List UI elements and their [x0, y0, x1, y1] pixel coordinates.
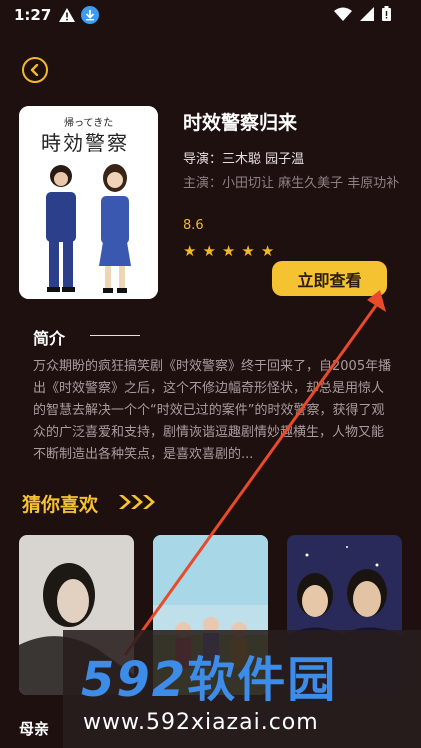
watermark-logo: 592软件园 www.592xiazai.com	[63, 630, 421, 748]
watermark-brand: 软件园	[187, 652, 338, 708]
watermark-url: www.592xiazai.com	[83, 710, 319, 735]
watermark-digits: 592	[81, 652, 188, 708]
